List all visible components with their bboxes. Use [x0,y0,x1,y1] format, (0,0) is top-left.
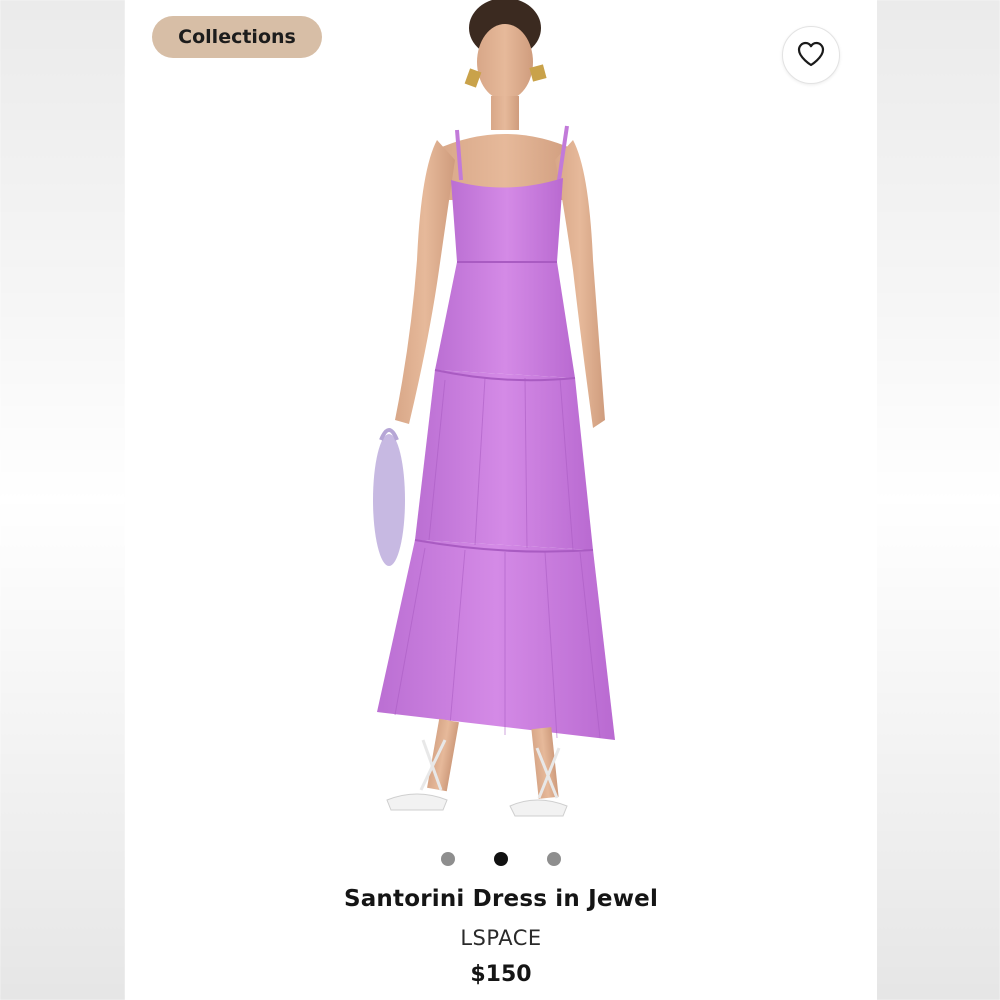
carousel-dot-1[interactable] [441,852,455,866]
product-card: Collections Santorini Dress in Jewel LSP… [125,0,877,1000]
image-carousel-indicator [125,852,877,866]
product-image[interactable] [305,0,685,840]
product-title[interactable]: Santorini Dress in Jewel [125,886,877,912]
carousel-dot-3[interactable] [547,852,561,866]
screen: Collections Santorini Dress in Jewel LSP… [0,0,1000,1000]
product-brand[interactable]: LSPACE [125,926,877,950]
favorite-button[interactable] [782,26,840,84]
right-blur-border [875,0,1000,1000]
collections-button[interactable]: Collections [152,16,322,58]
carousel-dot-2[interactable] [494,852,508,866]
heart-icon [797,41,825,70]
product-price: $150 [470,962,532,987]
left-blur-border [0,0,125,1000]
